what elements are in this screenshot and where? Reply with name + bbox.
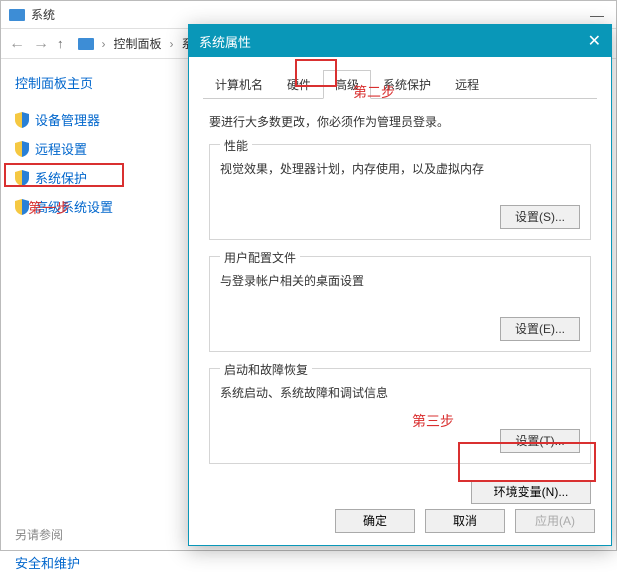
sidebar-item-label: 远程设置: [35, 139, 87, 158]
annotation-label-step3: 第三步: [412, 411, 454, 431]
crumb-sep: ›: [102, 37, 106, 51]
sidebar-item-device-manager[interactable]: 设备管理器: [15, 110, 186, 129]
bg-title-text: 系统: [31, 6, 55, 23]
annotation-box-step1: [4, 163, 124, 187]
apply-button: 应用(A): [515, 509, 595, 533]
close-icon[interactable]: ✕: [588, 31, 601, 51]
control-panel-home[interactable]: 控制面板主页: [15, 73, 186, 92]
dialog-titlebar: 系统属性 ✕: [189, 25, 611, 57]
user-profiles-settings-button[interactable]: 设置(E)...: [500, 317, 580, 341]
shield-icon: [15, 199, 29, 215]
sidebar-item-remote-settings[interactable]: 远程设置: [15, 139, 186, 158]
group-legend: 启动和故障恢复: [220, 361, 312, 378]
group-legend: 性能: [220, 137, 252, 154]
env-row: 环境变量(N)...: [189, 480, 591, 504]
crumb-icon: [78, 38, 94, 50]
sidebar-item-label: 设备管理器: [35, 110, 100, 129]
crumb-control-panel[interactable]: 控制面板: [114, 35, 162, 52]
tab-computer-name[interactable]: 计算机名: [203, 70, 275, 99]
dialog-body: 要进行大多数更改，你必须作为管理员登录。 性能 视觉效果，处理器计划，内存使用，…: [189, 99, 611, 464]
dialog-title-text: 系统属性: [199, 32, 251, 51]
admin-notice: 要进行大多数更改，你必须作为管理员登录。: [209, 113, 591, 130]
shield-icon: [15, 112, 29, 128]
annotation-label-step2: 第二步: [353, 82, 395, 102]
see-also-label: 另请参阅: [15, 526, 186, 543]
cancel-button[interactable]: 取消: [425, 509, 505, 533]
minimize-icon[interactable]: —: [590, 7, 604, 23]
sidebar: 控制面板主页 设备管理器 远程设置 系统保护: [1, 59, 186, 550]
performance-settings-button[interactable]: 设置(S)...: [500, 205, 580, 229]
tab-remote[interactable]: 远程: [443, 70, 491, 99]
group-desc: 系统启动、系统故障和调试信息: [220, 384, 580, 401]
bg-window-controls: —: [590, 7, 616, 23]
annotation-label-step1: 第一步: [28, 198, 70, 218]
group-performance: 性能 视觉效果，处理器计划，内存使用，以及虚拟内存 设置(S)...: [209, 144, 591, 240]
up-icon[interactable]: ↑: [57, 36, 64, 51]
annotation-box-step2: [295, 59, 337, 87]
group-desc: 视觉效果，处理器计划，内存使用，以及虚拟内存: [220, 160, 580, 177]
environment-variables-button[interactable]: 环境变量(N)...: [471, 480, 591, 504]
forward-icon: →: [33, 35, 49, 53]
annotation-box-step3: [458, 442, 596, 482]
shield-icon: [15, 141, 29, 157]
ok-button[interactable]: 确定: [335, 509, 415, 533]
group-user-profiles: 用户配置文件 与登录帐户相关的桌面设置 设置(E)...: [209, 256, 591, 352]
dialog-footer: 确定 取消 应用(A): [335, 509, 595, 533]
security-maintenance-link[interactable]: 安全和维护: [15, 553, 186, 572]
back-icon[interactable]: ←: [9, 35, 25, 53]
group-desc: 与登录帐户相关的桌面设置: [220, 272, 580, 289]
tabs-row: 计算机名 硬件 高级 系统保护 远程: [203, 69, 597, 99]
system-icon: [9, 9, 25, 21]
group-legend: 用户配置文件: [220, 249, 300, 266]
crumb-sep2: ›: [170, 37, 174, 51]
